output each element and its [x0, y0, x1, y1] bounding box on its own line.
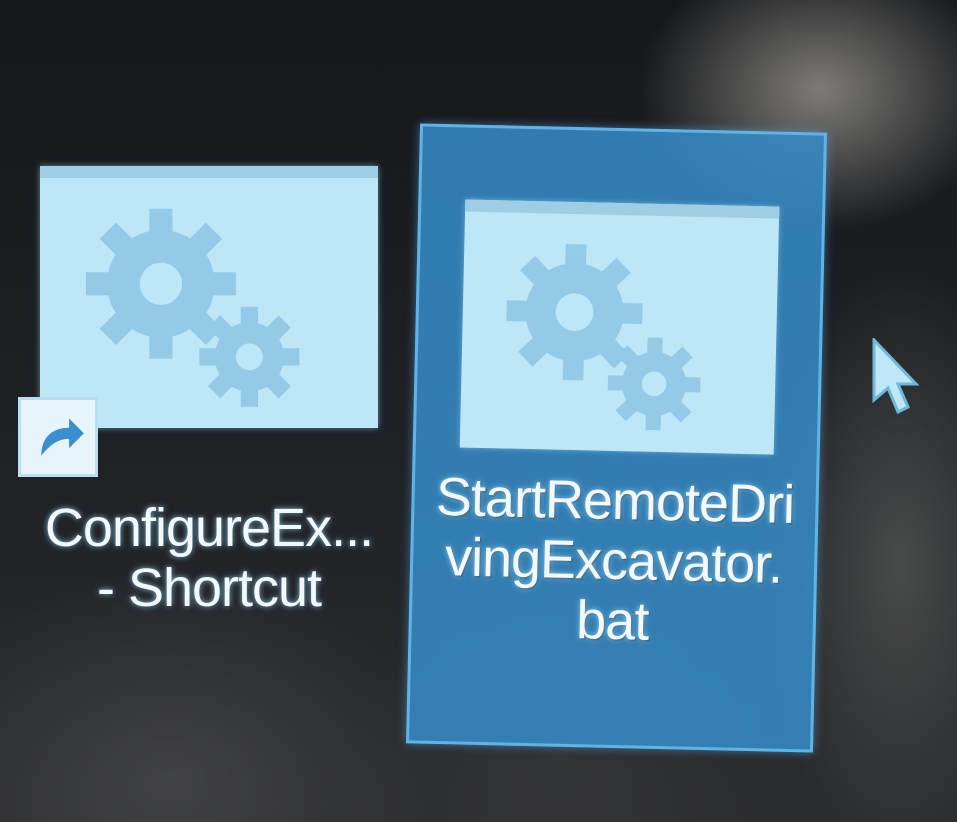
desktop-background: ConfigureEx... - Shortcut StartRemoteDri… [0, 0, 957, 822]
gears-icon [85, 208, 300, 407]
icon-label-line-1: ConfigureEx... [44, 498, 374, 558]
gear-cog-file-icon [459, 199, 779, 455]
desktop-icon-start-remote-driving-excavator[interactable]: StartRemoteDrivingExcavator.bat [406, 123, 827, 753]
desktop-icon-configure-shortcut[interactable]: ConfigureEx... - Shortcut [14, 160, 404, 670]
gear-cog-file-icon [40, 166, 378, 428]
mouse-pointer-icon [872, 338, 920, 415]
icon-label-line-2: - Shortcut [96, 558, 322, 618]
shortcut-arrow-icon [18, 397, 98, 477]
gears-icon [505, 243, 701, 431]
icon-label-configure: ConfigureEx... - Shortcut [14, 498, 404, 618]
icon-label-start: StartRemoteDrivingExcavator.bat [435, 466, 795, 652]
